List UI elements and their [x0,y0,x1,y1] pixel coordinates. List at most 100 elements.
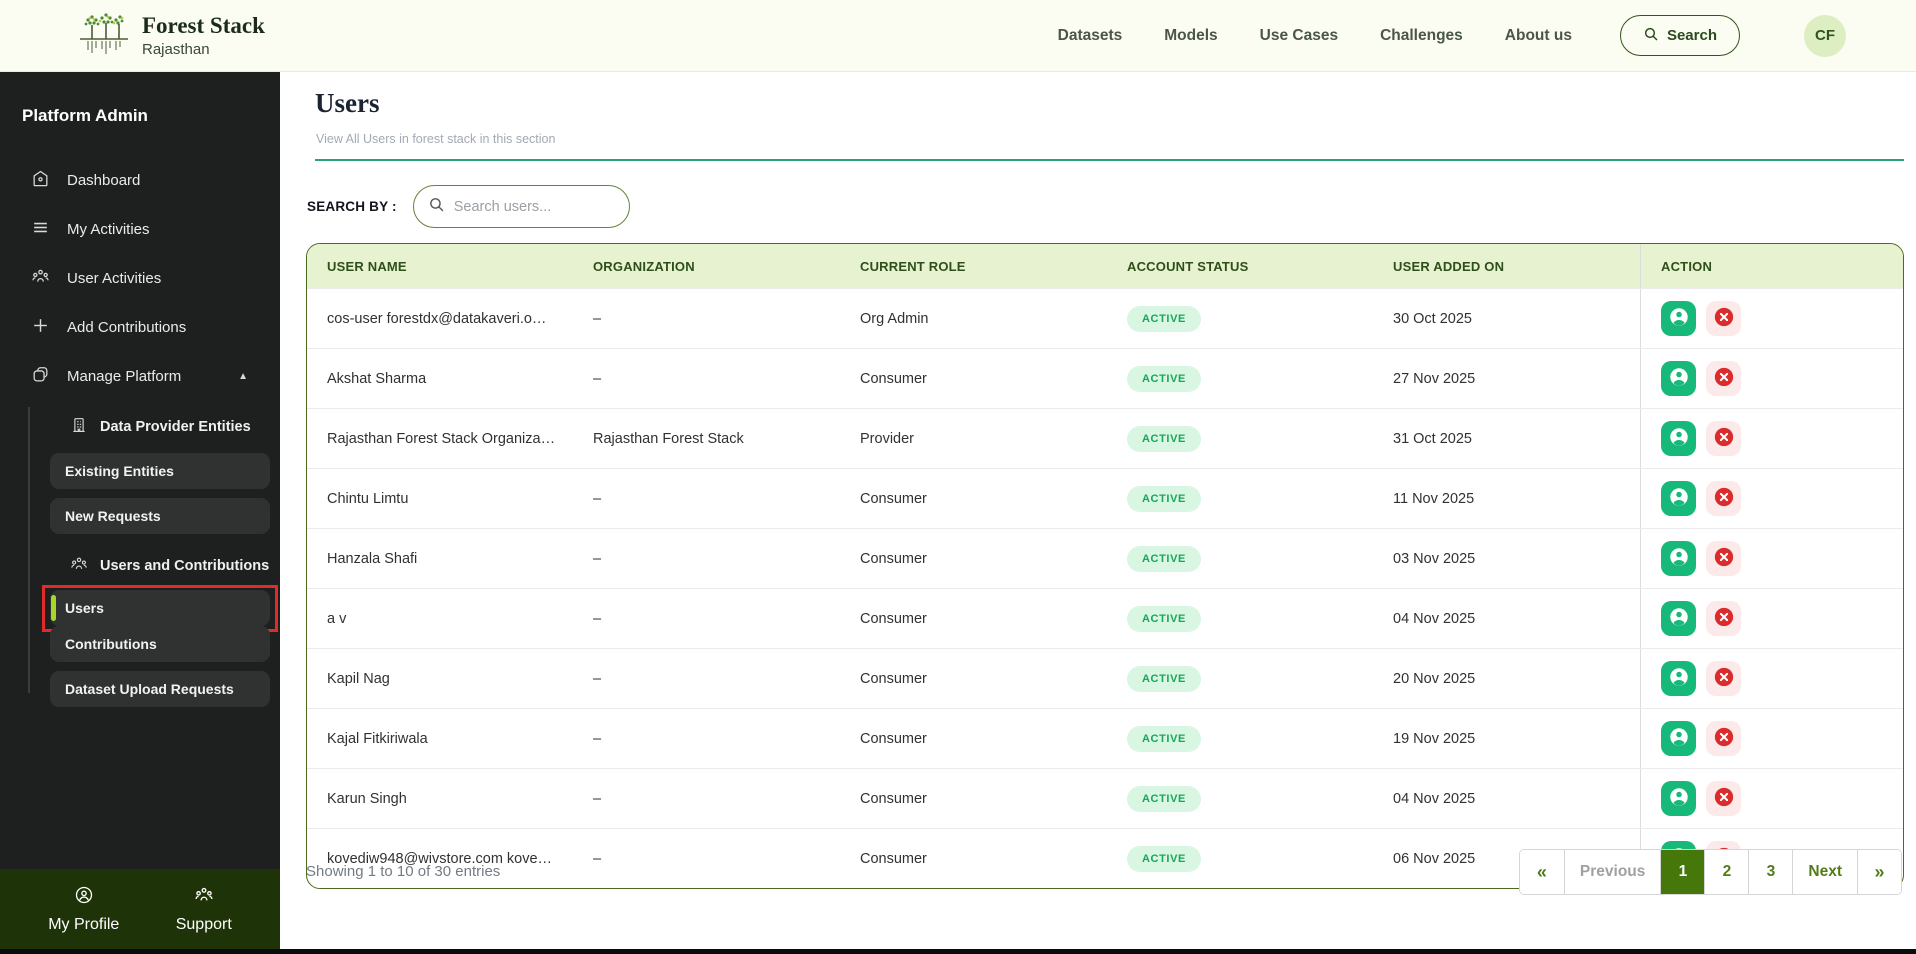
status-badge: ACTIVE [1127,425,1201,452]
users-table: USER NAME ORGANIZATION CURRENT ROLE ACCO… [306,243,1904,889]
submenu-item-dataset-upload-requests[interactable]: Dataset Upload Requests [50,671,270,707]
column-header-user-name: USER NAME [327,258,407,274]
global-search-button[interactable]: Search [1619,15,1740,56]
nav-item-models[interactable]: Models [1164,27,1217,45]
view-user-button[interactable] [1661,421,1696,456]
deactivate-user-button[interactable] [1706,781,1741,816]
column-header-action: ACTION [1640,244,1903,288]
cell-action [1640,529,1903,588]
cell-username: Chintu Limtu [327,490,409,507]
deactivate-user-button[interactable] [1706,421,1741,456]
pagination-last-button[interactable]: » [1857,850,1901,894]
cell-username: Kajal Fitkiriwala [327,730,428,747]
nav-item-challenges[interactable]: Challenges [1380,27,1463,45]
cell-username: Hanzala Shafi [327,550,418,567]
sidebar-item-my-activities[interactable]: My Activities [0,205,280,254]
user-profile-icon [1668,606,1690,631]
status-badge: ACTIVE [1127,725,1201,752]
pagination-previous-button[interactable]: Previous [1563,850,1661,894]
pagination-page-1[interactable]: 1 [1660,850,1705,894]
person-circle-icon [74,885,94,910]
view-user-button[interactable] [1661,781,1696,816]
section-divider [315,159,1904,161]
deactivate-user-button[interactable] [1706,361,1741,396]
cell-role: Consumer [860,610,927,627]
table-row: Rajasthan Forest Stack Organiza… Rajasth… [307,408,1903,468]
delete-user-icon [1713,786,1735,811]
deactivate-user-button[interactable] [1706,481,1741,516]
cell-organization: Rajasthan Forest Stack [593,430,744,447]
cell-organization: – [593,670,602,687]
deactivate-user-button[interactable] [1706,721,1741,756]
pagination-page-3[interactable]: 3 [1748,850,1793,894]
view-user-button[interactable] [1661,661,1696,696]
sidebar-item-dashboard[interactable]: Dashboard [0,156,280,205]
deactivate-user-button[interactable] [1706,301,1741,336]
table-row: Kapil Nag – Consumer ACTIVE 20 Nov 2025 [307,648,1903,708]
cell-status: ACTIVE [1127,365,1393,392]
deactivate-user-button[interactable] [1706,601,1741,636]
delete-user-icon [1713,366,1735,391]
view-user-button[interactable] [1661,361,1696,396]
cell-username: Akshat Sharma [327,370,427,387]
page-subtitle: View All Users in forest stack in this s… [316,132,556,146]
cell-role: Consumer [860,370,927,387]
cell-added-on: 30 Oct 2025 [1393,310,1472,327]
sidebar-item-user-activities[interactable]: User Activities [0,254,280,303]
submenu-item-existing-entities[interactable]: Existing Entities [50,453,270,489]
view-user-button[interactable] [1661,301,1696,336]
submenu-group-users-and-contributions[interactable]: Users and Contributions [0,546,280,586]
brand-logo[interactable]: Forest Stack Rajasthan [78,10,265,61]
cell-organization: – [593,790,602,807]
sidebar-item-manage-platform[interactable]: Manage Platform ▲ [0,352,280,401]
user-profile-icon [1668,546,1690,571]
sidebar-nav: Dashboard My Activities User Activities … [0,156,280,707]
search-icon [428,196,445,218]
submenu-item-users-active[interactable]: Users [50,590,270,626]
cell-username: Kapil Nag [327,670,390,687]
box-icon [31,365,50,388]
users-search-field[interactable] [412,185,630,228]
sidebar-footer-my-profile[interactable]: My Profile [48,885,119,934]
view-user-button[interactable] [1661,721,1696,756]
submenu-item-new-requests[interactable]: New Requests [50,498,270,534]
view-user-button[interactable] [1661,481,1696,516]
cell-added-on: 04 Nov 2025 [1393,790,1476,807]
cell-action [1640,709,1903,768]
table-row: Akshat Sharma – Consumer ACTIVE 27 Nov 2… [307,348,1903,408]
deactivate-user-button[interactable] [1706,661,1741,696]
sidebar-item-add-contributions[interactable]: Add Contributions [0,303,280,352]
sidebar-footer-support[interactable]: Support [176,885,232,934]
cell-added-on: 31 Oct 2025 [1393,430,1472,447]
chevron-up-icon[interactable]: ▲ [238,371,248,382]
deactivate-user-button[interactable] [1706,541,1741,576]
delete-user-icon [1713,606,1735,631]
user-profile-icon [1668,486,1690,511]
submenu-item-contributions[interactable]: Contributions [50,626,270,662]
cell-status: ACTIVE [1127,605,1393,632]
cell-added-on: 27 Nov 2025 [1393,370,1476,387]
view-user-button[interactable] [1661,541,1696,576]
pagination-first-button[interactable]: « [1519,850,1564,894]
cell-action [1640,409,1903,468]
pagination-next-button[interactable]: Next [1792,850,1857,894]
user-profile-icon [1668,726,1690,751]
nav-item-datasets[interactable]: Datasets [1058,27,1123,45]
cell-added-on: 11 Nov 2025 [1393,490,1475,507]
view-user-button[interactable] [1661,601,1696,636]
column-header-current-role: CURRENT ROLE [860,258,966,274]
user-avatar[interactable]: CF [1804,14,1846,57]
search-icon [1643,26,1659,46]
pagination-page-2[interactable]: 2 [1704,850,1749,894]
cell-status: ACTIVE [1127,545,1393,572]
cell-status: ACTIVE [1127,305,1393,332]
cell-username: cos-user forestdx@datakaveri.o… [327,310,547,327]
nav-item-use-cases[interactable]: Use Cases [1260,27,1338,45]
cell-username: a v [327,610,347,627]
table-row: a v – Consumer ACTIVE 04 Nov 2025 [307,588,1903,648]
users-search-input[interactable] [453,198,615,215]
submenu-group-data-provider-entities[interactable]: Data Provider Entities [0,407,280,447]
people-icon [194,885,214,910]
nav-item-about-us[interactable]: About us [1505,27,1572,45]
brand-title: Forest Stack [142,12,265,38]
